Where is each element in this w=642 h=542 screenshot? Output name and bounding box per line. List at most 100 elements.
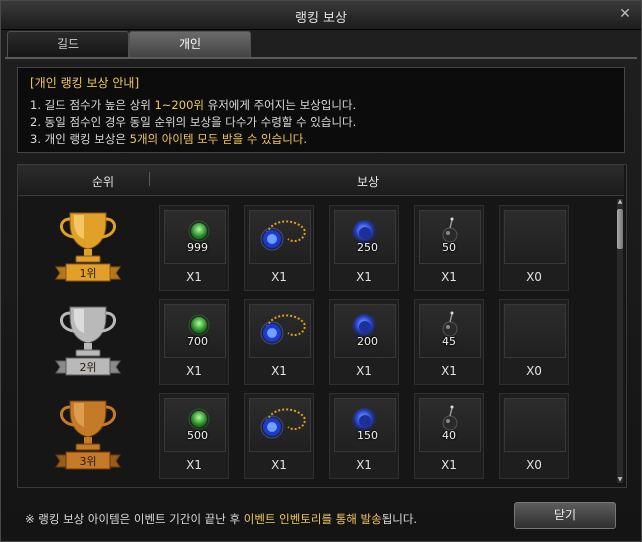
notice-text: 3. 개인 랭킹 보상은	[30, 132, 130, 146]
reward-slot[interactable]: 500 X1	[159, 393, 229, 479]
item-box[interactable]: 500	[164, 398, 226, 452]
scroll-thumb[interactable]	[617, 209, 623, 249]
item-count: 45	[442, 335, 456, 348]
header-divider	[149, 172, 150, 186]
item-quantity: X1	[186, 458, 202, 472]
item-box[interactable]: 999	[164, 210, 226, 264]
footer-note: ※ 랭킹 보상 아이템은 이벤트 기간이 끝난 후 이벤트 인벤토리를 통해 발…	[25, 511, 417, 527]
item-quantity: X1	[441, 364, 457, 378]
notice-text: 1. 길드 점수가 높은 상위	[30, 98, 155, 112]
table-row: 3위 500 X1 X1 150 X1 40 X1 X0	[18, 389, 612, 483]
silver-trophy-icon: 2위	[38, 303, 138, 379]
gold-trophy-icon: 1위	[38, 209, 138, 285]
table-header: 순위 보상	[18, 165, 624, 196]
item-quantity: X1	[356, 364, 372, 378]
green-gem-icon	[165, 399, 225, 455]
item-box[interactable]	[249, 210, 311, 264]
close-button[interactable]: 닫기	[514, 502, 616, 529]
titlebar[interactable]: 랭킹 보상 ✕	[1, 1, 641, 30]
item-quantity: X0	[526, 270, 542, 284]
reward-slot[interactable]: X0	[499, 393, 569, 479]
item-box[interactable]: 150	[334, 398, 396, 452]
blue-orb-icon	[335, 305, 395, 361]
item-quantity: X1	[356, 270, 372, 284]
rank-label: 3위	[79, 455, 97, 468]
item-count: 50	[442, 241, 456, 254]
blue-necklace-icon	[250, 305, 310, 361]
item-count: 999	[187, 241, 208, 254]
item-quantity: X1	[186, 364, 202, 378]
reward-slot[interactable]: 40 X1	[414, 393, 484, 479]
black-bomb-icon	[420, 399, 480, 455]
black-bomb-icon	[420, 211, 480, 267]
notice-text: 2. 동일 점수인 경우 동일 순위의 보상을 다수가 수령할 수 있습니다.	[30, 115, 357, 129]
rank-label: 2위	[79, 361, 97, 374]
green-gem-icon	[165, 305, 225, 361]
item-quantity: X1	[356, 458, 372, 472]
item-count: 200	[357, 335, 378, 348]
item-box[interactable]: 40	[419, 398, 481, 452]
item-box[interactable]	[249, 304, 311, 358]
window-title: 랭킹 보상	[295, 11, 347, 26]
notice-text: 유저에게 주어지는 보상입니다.	[203, 98, 357, 112]
reward-slot[interactable]: X1	[244, 299, 314, 385]
item-box[interactable]: 250	[334, 210, 396, 264]
item-count: 250	[357, 241, 378, 254]
reward-slot[interactable]: X1	[244, 393, 314, 479]
blue-orb-icon	[335, 211, 395, 267]
reward-slot[interactable]: 200 X1	[329, 299, 399, 385]
item-box[interactable]: 50	[419, 210, 481, 264]
notice-highlight: 1~200위	[154, 98, 204, 112]
scroll-down-icon[interactable]: ▼	[617, 477, 623, 483]
item-quantity: X1	[441, 270, 457, 284]
bronze-trophy-icon: 3위	[38, 397, 138, 473]
item-box[interactable]	[504, 304, 566, 358]
notice-text: .	[303, 132, 308, 146]
item-count: 500	[187, 429, 208, 442]
item-box[interactable]: 200	[334, 304, 396, 358]
reward-slot[interactable]: 999 X1	[159, 205, 229, 291]
item-box[interactable]: 700	[164, 304, 226, 358]
footer-text: ※ 랭킹 보상 아이템은 이벤트 기간이 끝난 후	[25, 512, 244, 526]
green-gem-icon	[165, 211, 225, 267]
reward-table: 순위 보상 1위 999 X1 X1 250 X1 50 X1 X0 2위 700 X1 X1 200 X1…	[17, 164, 627, 488]
table-row: 1위 999 X1 X1 250 X1 50 X1 X0	[18, 201, 612, 295]
close-icon[interactable]: ✕	[617, 6, 633, 22]
tab-personal[interactable]: 개인	[129, 31, 251, 57]
item-box[interactable]	[504, 398, 566, 452]
item-box[interactable]	[504, 210, 566, 264]
item-box[interactable]	[249, 398, 311, 452]
item-count: 150	[357, 429, 378, 442]
tab-guild[interactable]: 길드	[7, 31, 129, 57]
notice-highlight: 5개의 아이템 모두 받을 수 있습니다	[129, 132, 304, 146]
blue-necklace-icon	[250, 399, 310, 455]
ranking-reward-window: 랭킹 보상 ✕ 길드 개인 [개인 랭킹 보상 안내] 1. 길드 점수가 높은…	[0, 0, 642, 542]
reward-slot[interactable]: X0	[499, 299, 569, 385]
reward-slot[interactable]: 50 X1	[414, 205, 484, 291]
item-quantity: X1	[186, 270, 202, 284]
reward-slot[interactable]: X0	[499, 205, 569, 291]
reward-slot[interactable]: X1	[244, 205, 314, 291]
item-quantity: X0	[526, 458, 542, 472]
scroll-up-icon[interactable]: ▲	[617, 199, 623, 205]
blue-necklace-icon	[250, 211, 310, 267]
notice-line-1: 1. 길드 점수가 높은 상위 1~200위 유저에게 주어지는 보상입니다.	[30, 97, 612, 114]
reward-slot[interactable]: 45 X1	[414, 299, 484, 385]
black-bomb-icon	[420, 305, 480, 361]
reward-notice: [개인 랭킹 보상 안내] 1. 길드 점수가 높은 상위 1~200위 유저에…	[17, 67, 625, 153]
scrollbar[interactable]: ▲ ▼	[617, 199, 623, 483]
footer-highlight: 이벤트 인벤토리를 통해 발송	[243, 512, 382, 526]
notice-line-2: 2. 동일 점수인 경우 동일 순위의 보상을 다수가 수령할 수 있습니다.	[30, 114, 612, 131]
item-quantity: X1	[271, 458, 287, 472]
item-box[interactable]: 45	[419, 304, 481, 358]
tab-underline	[5, 57, 637, 59]
reward-slot[interactable]: 250 X1	[329, 205, 399, 291]
header-rank: 순위	[91, 175, 115, 189]
item-quantity: X1	[441, 458, 457, 472]
item-quantity: X1	[271, 270, 287, 284]
item-quantity: X0	[526, 364, 542, 378]
reward-slot[interactable]: 700 X1	[159, 299, 229, 385]
item-quantity: X1	[271, 364, 287, 378]
reward-slot[interactable]: 150 X1	[329, 393, 399, 479]
header-reward: 보상	[356, 175, 380, 189]
